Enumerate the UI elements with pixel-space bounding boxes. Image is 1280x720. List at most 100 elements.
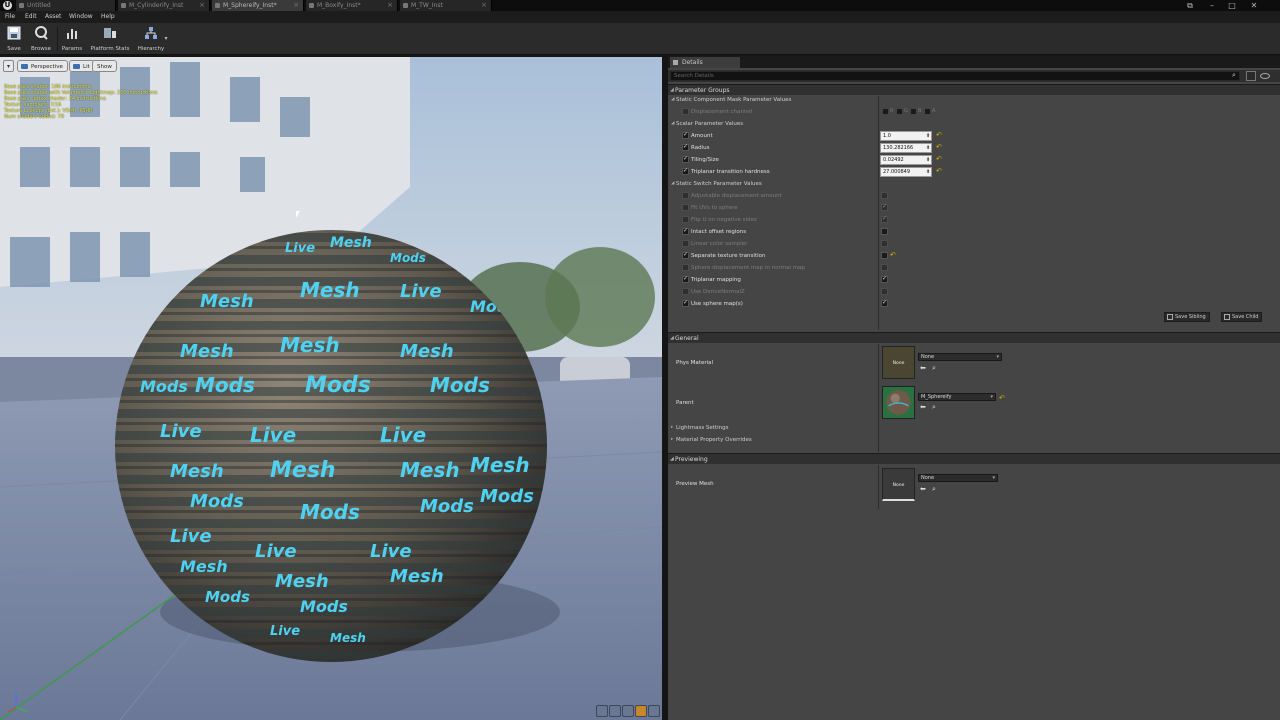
parent-material-thumbnail[interactable]: [882, 386, 915, 419]
close-icon[interactable]: ×: [387, 0, 393, 11]
mask-a[interactable]: A: [924, 108, 935, 115]
tab-details[interactable]: Details: [670, 57, 740, 68]
hierarchy-button[interactable]: Hierarchy: [137, 25, 165, 53]
view-options-icon[interactable]: [1260, 73, 1270, 79]
perspective-button[interactable]: Perspective: [17, 60, 68, 72]
menu-edit[interactable]: Edit: [25, 11, 37, 23]
parent-combo[interactable]: M_Sphereify ▾: [918, 393, 996, 401]
switch-value-checkbox[interactable]: [881, 215, 888, 223]
override-checkbox[interactable]: [682, 251, 689, 259]
show-button[interactable]: Show: [92, 60, 117, 72]
override-checkbox[interactable]: [682, 131, 689, 139]
tab-cylinderify[interactable]: M_Cylinderify_Inst ×: [118, 0, 210, 11]
maximize-icon[interactable]: □: [1224, 0, 1240, 11]
browse-button[interactable]: Browse: [28, 25, 54, 53]
switch-value-checkbox[interactable]: [881, 288, 888, 295]
use-selected-icon[interactable]: ⬅: [920, 365, 927, 372]
cylinder-shape-icon[interactable]: [596, 705, 608, 717]
tab-sphereify[interactable]: M_Sphereify_Inst* ×: [212, 0, 304, 11]
amount-input[interactable]: 1.0 ⬍: [880, 131, 932, 141]
browse-asset-icon[interactable]: ⌕: [932, 365, 939, 372]
radius-input[interactable]: 130.282166 ⬍: [880, 143, 932, 153]
save-child-button[interactable]: Save Child: [1221, 312, 1263, 322]
override-checkbox[interactable]: [682, 108, 689, 115]
phys-material-thumbnail[interactable]: None: [882, 346, 915, 379]
reset-to-default-icon[interactable]: ↶: [936, 144, 942, 151]
spin-icon[interactable]: ⬍: [926, 133, 930, 139]
property-matrix-icon[interactable]: [1246, 71, 1256, 81]
lightmass-settings-row[interactable]: ▸ Lightmass Settings: [668, 422, 1280, 434]
spin-icon[interactable]: ⬍: [926, 145, 930, 151]
save-button[interactable]: Save: [4, 25, 24, 53]
reset-to-default-icon[interactable]: ↶: [890, 252, 896, 259]
lit-button[interactable]: Lit: [69, 60, 95, 72]
save-sibling-button[interactable]: Save Sibling: [1164, 312, 1210, 322]
preview-viewport[interactable]: Live Mesh Mods Mesh Mesh Live Mods Mesh Mesh Mesh…: [0, 57, 662, 720]
close-icon[interactable]: ×: [293, 0, 299, 11]
override-checkbox[interactable]: [682, 299, 689, 307]
browse-asset-icon[interactable]: ⌕: [932, 404, 939, 411]
switch-value-checkbox[interactable]: [881, 299, 888, 307]
menu-asset[interactable]: Asset: [45, 11, 61, 23]
viewport-options-dropdown[interactable]: ▾: [3, 60, 14, 72]
sphere-shape-icon[interactable]: [609, 705, 621, 717]
material-overrides-row[interactable]: ▸ Material Property Overrides: [668, 434, 1280, 446]
switch-value-checkbox[interactable]: [881, 240, 888, 247]
close-icon[interactable]: ×: [199, 0, 205, 11]
switch-value-checkbox[interactable]: [881, 203, 888, 211]
override-checkbox[interactable]: [682, 216, 689, 223]
switch-value-checkbox[interactable]: [881, 264, 888, 271]
hierarchy-dropdown-icon[interactable]: ▾: [162, 33, 170, 44]
override-checkbox[interactable]: [682, 192, 689, 199]
switch-value-checkbox[interactable]: [881, 275, 888, 283]
preview-mesh-thumbnail[interactable]: None: [882, 468, 915, 501]
mask-g[interactable]: G: [896, 108, 908, 115]
use-selected-icon[interactable]: ⬅: [920, 486, 927, 493]
tiling-size-input[interactable]: 0.02492 ⬍: [880, 155, 932, 165]
use-selected-icon[interactable]: ⬅: [920, 404, 927, 411]
menu-window[interactable]: Window: [69, 11, 93, 23]
switch-value-checkbox[interactable]: [881, 192, 888, 199]
scalar-group-header[interactable]: ◢ Scalar Parameter Values: [668, 118, 1280, 130]
switch-value-checkbox[interactable]: [881, 252, 888, 259]
menu-file[interactable]: File: [5, 11, 15, 23]
reset-to-default-icon[interactable]: ↶: [936, 156, 942, 163]
override-checkbox[interactable]: [682, 264, 689, 271]
plane-shape-icon[interactable]: [622, 705, 634, 717]
cube-shape-icon[interactable]: [635, 705, 647, 717]
preview-mesh-combo[interactable]: None ▾: [918, 474, 998, 482]
minimize-icon[interactable]: –: [1204, 0, 1220, 11]
close-icon[interactable]: ×: [481, 0, 487, 11]
spin-icon[interactable]: ⬍: [926, 157, 930, 163]
override-checkbox[interactable]: [682, 155, 689, 163]
tab-tw[interactable]: M_TW_Inst ×: [400, 0, 492, 11]
close-window-icon[interactable]: ✕: [1246, 0, 1262, 11]
switch-group-header[interactable]: ◢ Static Switch Parameter Values: [668, 178, 1280, 190]
override-checkbox[interactable]: [682, 204, 689, 211]
params-button[interactable]: Params: [60, 25, 84, 53]
switch-value-checkbox[interactable]: [881, 228, 888, 235]
reset-to-default-icon[interactable]: ↶: [936, 132, 942, 139]
mask-b[interactable]: B: [910, 108, 921, 115]
browse-asset-icon[interactable]: ⌕: [932, 486, 939, 493]
override-checkbox[interactable]: [682, 288, 689, 295]
triplanar-hardness-input[interactable]: 27.000849 ⬍: [880, 167, 932, 177]
phys-material-combo[interactable]: None ▾: [918, 353, 1002, 361]
reset-to-default-icon[interactable]: ↶: [999, 394, 1005, 402]
tab-boxify[interactable]: M_Boxify_Inst* ×: [306, 0, 398, 11]
search-input[interactable]: Search Details: [670, 71, 1240, 81]
spin-icon[interactable]: ⬍: [926, 169, 930, 175]
mask-r[interactable]: R: [882, 108, 893, 115]
static-mask-group-header[interactable]: ◢ Static Component Mask Parameter Values: [668, 94, 1280, 106]
restore-icon[interactable]: ⧉: [1182, 0, 1198, 11]
tab-untitled[interactable]: Untitled: [16, 0, 116, 11]
override-checkbox[interactable]: [682, 167, 689, 175]
reset-to-default-icon[interactable]: ↶: [936, 168, 942, 175]
previewing-header[interactable]: ◢ Previewing: [668, 453, 1280, 464]
override-checkbox[interactable]: [682, 143, 689, 151]
platform-stats-button[interactable]: Platform Stats: [90, 25, 130, 53]
override-checkbox[interactable]: [682, 227, 689, 235]
menu-help[interactable]: Help: [101, 11, 115, 23]
override-checkbox[interactable]: [682, 240, 689, 247]
teapot-shape-icon[interactable]: [648, 705, 660, 717]
